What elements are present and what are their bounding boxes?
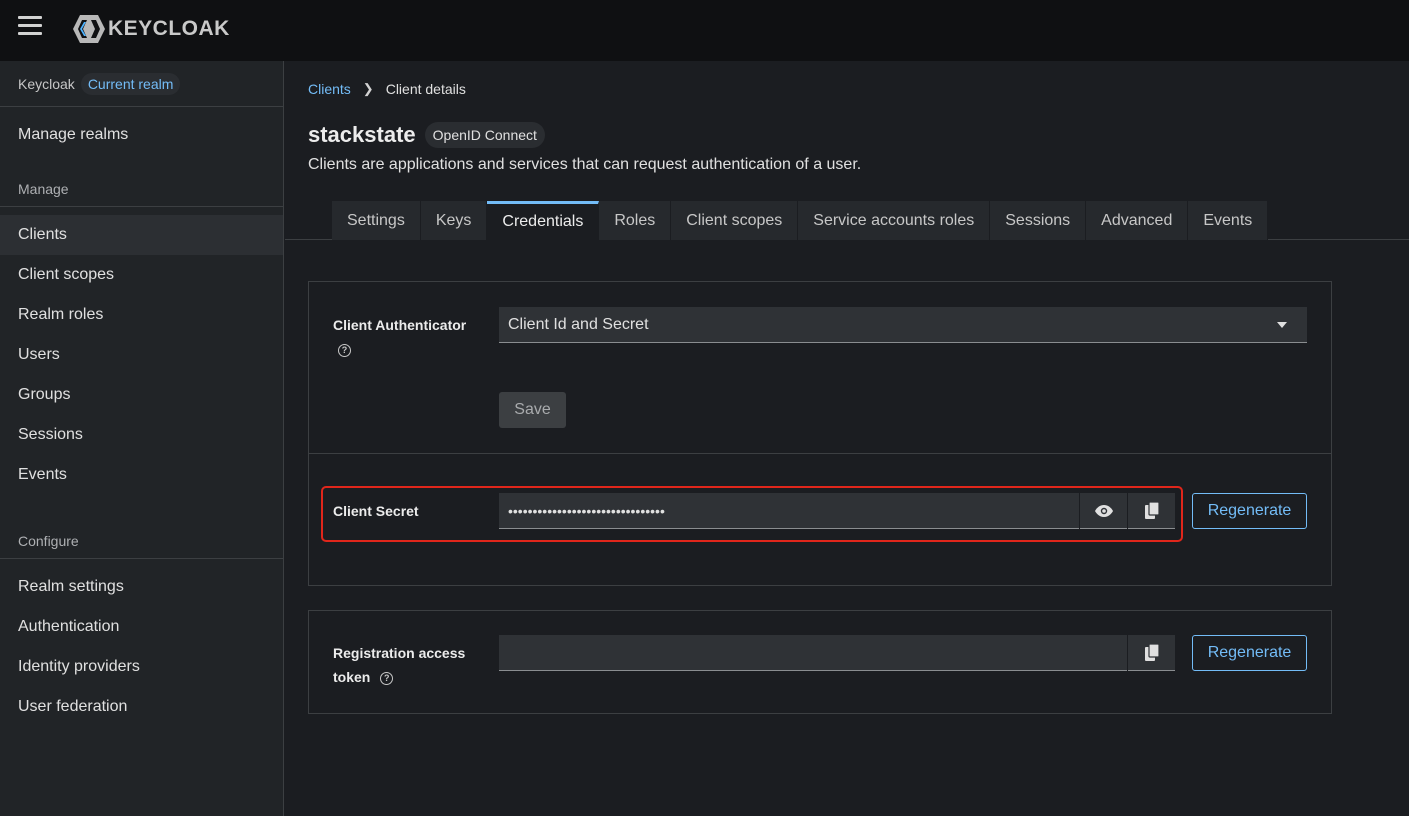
registration-token-panel: Registration access token ? Regenerate	[308, 610, 1332, 714]
section-manage-title: Manage	[0, 171, 283, 207]
panel-divider	[309, 453, 1331, 454]
main-content: Clients ❯ Client details stackstate Open…	[285, 61, 1409, 816]
tab-settings[interactable]: Settings	[332, 201, 421, 240]
registration-token-label-line2-row: token ?	[333, 665, 465, 689]
registration-token-input[interactable]	[499, 635, 1127, 671]
tab-service-accounts-roles[interactable]: Service accounts roles	[798, 201, 991, 240]
protocol-badge: OpenID Connect	[424, 122, 545, 148]
breadcrumb-clients-link[interactable]: Clients	[308, 81, 351, 97]
manage-realms-link[interactable]: Manage realms	[0, 107, 283, 163]
keycloak-logo-icon	[73, 15, 105, 43]
help-icon[interactable]: ?	[380, 671, 394, 685]
tab-bar: Settings Keys Credentials Roles Client s…	[332, 201, 1269, 240]
keycloak-logo[interactable]: KEYCLOAK	[72, 14, 230, 44]
sidebar-item-identity-providers[interactable]: Identity providers	[0, 647, 283, 687]
sidebar-item-clients[interactable]: Clients	[0, 215, 283, 255]
save-button[interactable]: Save	[499, 392, 566, 428]
top-bar: KEYCLOAK	[0, 0, 1409, 61]
client-secret-label: Client Secret	[333, 503, 419, 519]
registration-token-label: Registration access token ?	[333, 641, 465, 689]
tab-roles[interactable]: Roles	[599, 201, 672, 240]
tab-client-scopes[interactable]: Client scopes	[671, 201, 799, 240]
sidebar-item-authentication[interactable]: Authentication	[0, 607, 283, 647]
page-subtitle: Clients are applications and services th…	[308, 156, 862, 173]
breadcrumb: Clients ❯ Client details	[308, 81, 466, 97]
client-authenticator-label-text: Client Authenticator	[333, 317, 467, 333]
copy-token-button[interactable]	[1128, 635, 1175, 671]
realm-selector[interactable]: Keycloak Current realm	[0, 61, 283, 107]
current-realm-badge: Current realm	[80, 72, 181, 95]
tab-events[interactable]: Events	[1188, 201, 1269, 240]
page-title: stackstate	[308, 122, 416, 147]
help-icon[interactable]: ?	[338, 344, 351, 357]
show-secret-button[interactable]	[1080, 493, 1127, 529]
section-configure-title: Configure	[0, 523, 283, 559]
eye-icon	[1094, 504, 1113, 517]
sidebar-item-groups[interactable]: Groups	[0, 375, 283, 415]
logo-text: KEYCLOAK	[108, 17, 230, 40]
copy-icon	[1144, 644, 1159, 661]
sidebar-item-users[interactable]: Users	[0, 335, 283, 375]
client-authenticator-select[interactable]: Client Id and Secret	[499, 307, 1307, 343]
client-secret-input[interactable]: ••••••••••••••••••••••••••••••••	[499, 493, 1079, 529]
credentials-panel: Client Authenticator ? Client Id and Sec…	[308, 281, 1332, 586]
sidebar-item-realm-settings[interactable]: Realm settings	[0, 567, 283, 607]
hamburger-menu-icon[interactable]	[18, 16, 42, 36]
copy-icon	[1144, 502, 1159, 519]
client-authenticator-value: Client Id and Secret	[508, 315, 649, 333]
registration-token-label-line1: Registration access	[333, 645, 466, 661]
regenerate-token-button[interactable]: Regenerate	[1192, 635, 1307, 671]
tab-credentials[interactable]: Credentials	[487, 201, 600, 240]
chevron-right-icon: ❯	[362, 81, 374, 96]
sidebar-item-client-scopes[interactable]: Client scopes	[0, 255, 283, 295]
regenerate-secret-button[interactable]: Regenerate	[1192, 493, 1307, 529]
realm-name: Keycloak	[18, 75, 75, 92]
tab-keys[interactable]: Keys	[420, 201, 488, 240]
sidebar-item-sessions[interactable]: Sessions	[0, 415, 283, 455]
caret-down-icon	[1277, 322, 1287, 328]
title-row: stackstate OpenID Connect	[308, 122, 545, 148]
registration-token-label-line2: token	[333, 669, 371, 685]
sidebar-item-events[interactable]: Events	[0, 455, 283, 495]
copy-secret-button[interactable]	[1128, 493, 1175, 529]
sidebar-item-realm-roles[interactable]: Realm roles	[0, 295, 283, 335]
tab-advanced[interactable]: Advanced	[1086, 201, 1189, 240]
tab-sessions[interactable]: Sessions	[990, 201, 1087, 240]
client-authenticator-label: Client Authenticator	[333, 313, 466, 337]
breadcrumb-current: Client details	[385, 81, 466, 97]
sidebar-item-user-federation[interactable]: User federation	[0, 687, 283, 727]
sidebar: Keycloak Current realm Manage realms Man…	[0, 61, 284, 816]
